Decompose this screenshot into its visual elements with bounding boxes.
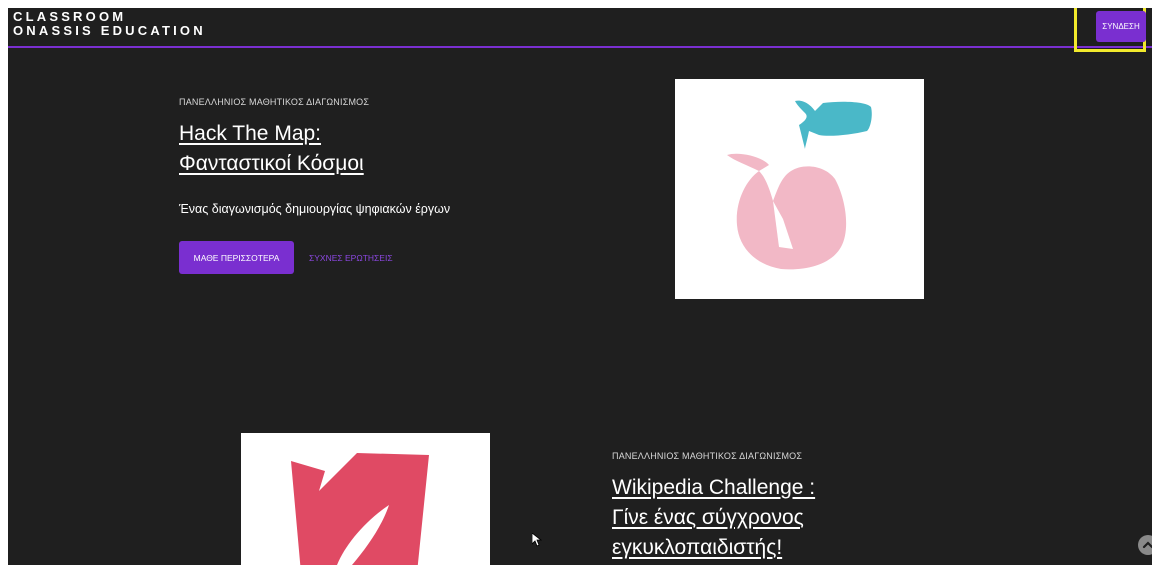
card-title-link[interactable]: Wikipedia Challenge : Γίνε ένας σύγχρονο… xyxy=(612,473,815,563)
eyebrow-label: ΠΑΝΕΛΛΗΝΙΟΣ ΜΑΘΗΤΙΚΟΣ ΔΙΑΓΩΝΙΣΜΟΣ xyxy=(179,97,370,107)
title-line-2: Γίνε ένας σύγχρονος xyxy=(612,506,804,529)
title-line-2: Φανταστικοί Κόσμοι xyxy=(179,152,364,175)
chevron-up-icon xyxy=(1142,541,1152,549)
apple-fish-illustration xyxy=(675,79,924,299)
card-subtitle: Ένας διαγωνισμός δημιουργίας ψηφιακών έρ… xyxy=(179,202,451,216)
eyebrow-label: ΠΑΝΕΛΛΗΝΙΟΣ ΜΑΘΗΤΙΚΟΣ ΔΙΑΓΩΝΙΣΜΟΣ xyxy=(612,451,803,461)
scroll-to-top-button[interactable] xyxy=(1138,535,1152,555)
mouse-pointer-icon xyxy=(531,532,543,552)
title-line-1: Hack The Map: xyxy=(179,122,322,145)
site-logo[interactable]: CLASSROOM ONASSIS EDUCATION xyxy=(13,10,206,38)
title-line-3: εγκυκλοπαιδιστής! xyxy=(612,536,783,559)
card-title-link[interactable]: Hack The Map: Φανταστικοί Κόσμοι xyxy=(179,119,364,179)
learn-more-button[interactable]: ΜΑΘΕ ΠΕΡΙΣΣΟΤΕΡΑ xyxy=(179,241,294,274)
title-line-1: Wikipedia Challenge : xyxy=(612,476,816,499)
logo-line-1: CLASSROOM xyxy=(13,9,127,24)
login-button[interactable]: ΣΥΝΔΕΣΗ xyxy=(1096,11,1146,42)
logo-line-2: ONASSIS EDUCATION xyxy=(13,23,206,38)
illustration-svg-2 xyxy=(291,453,429,565)
illustration-svg xyxy=(727,100,872,270)
leaf-shape-illustration xyxy=(241,433,490,565)
faq-link[interactable]: ΣΥΧΝΕΣ ΕΡΩΤΗΣΕΙΣ xyxy=(309,253,393,263)
page-viewport: CLASSROOM ONASSIS EDUCATION ΣΥΝΔΕΣΗ ΠΑΝΕ… xyxy=(8,8,1152,565)
site-header: CLASSROOM ONASSIS EDUCATION ΣΥΝΔΕΣΗ xyxy=(8,8,1152,52)
